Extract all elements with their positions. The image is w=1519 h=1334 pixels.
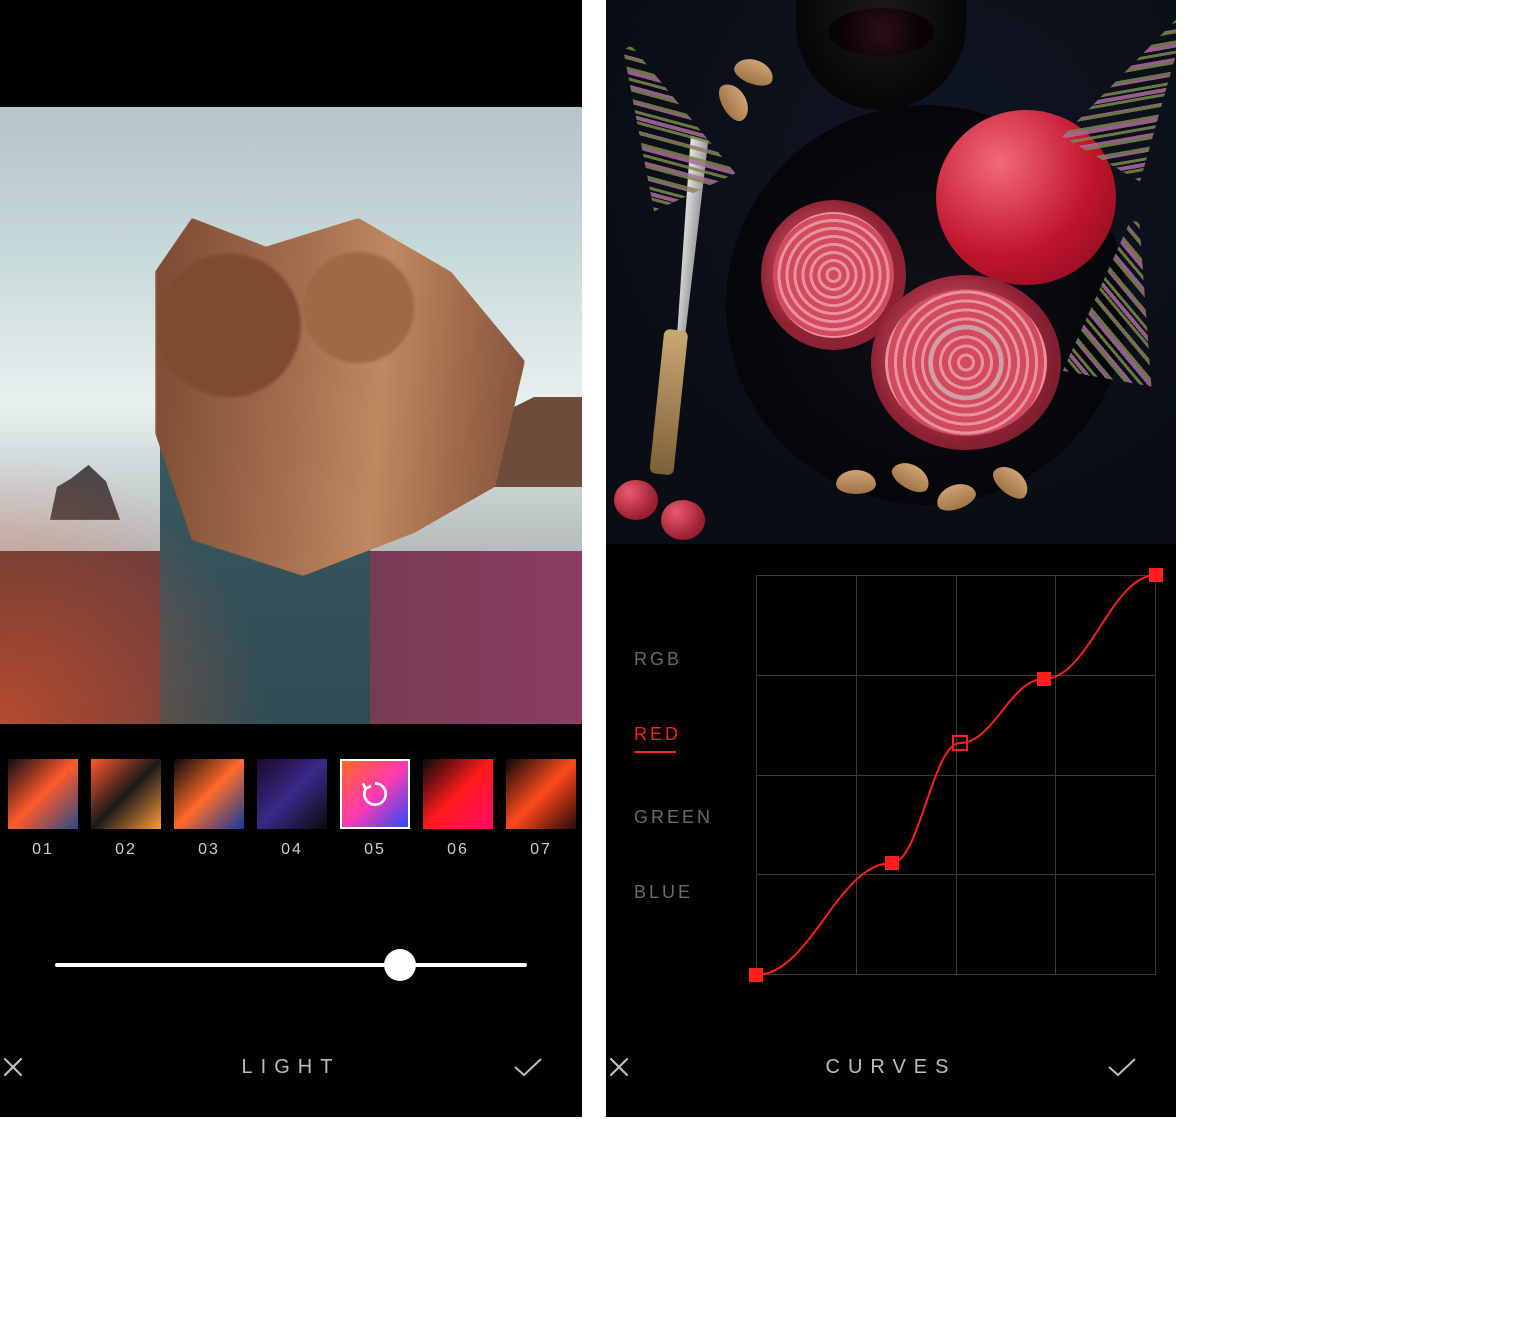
filter-thumb-03[interactable]: 03	[174, 759, 244, 859]
filter-label: 04	[257, 841, 327, 859]
intensity-slider[interactable]	[55, 945, 527, 985]
tool-title: CURVES	[826, 1056, 957, 1079]
channel-green[interactable]: GREEN	[634, 807, 713, 828]
preview-pomegranate-half	[871, 275, 1061, 450]
filter-thumb-04[interactable]: 04	[257, 759, 327, 859]
channel-blue[interactable]: BLUE	[634, 882, 713, 903]
filter-label: 05	[340, 841, 410, 859]
preview-lightleak	[0, 385, 349, 724]
cancel-button[interactable]	[606, 1054, 676, 1080]
tool-title: LIGHT	[242, 1056, 341, 1079]
filter-thumb-02[interactable]: 02	[91, 759, 161, 859]
preview-flower	[606, 28, 736, 211]
channel-rgb[interactable]: RGB	[634, 649, 713, 670]
filter-thumb-06[interactable]: 06	[423, 759, 493, 859]
preview-almond	[714, 79, 755, 126]
photo-preview	[0, 107, 582, 724]
filter-swatch	[340, 759, 410, 829]
filter-strip[interactable]: 01 02 03 04 05 06 07	[0, 759, 582, 879]
cancel-button[interactable]	[0, 1054, 70, 1080]
filter-thumb-05[interactable]: 05	[340, 759, 410, 859]
curve-line	[756, 575, 1156, 975]
confirm-button[interactable]	[1106, 1054, 1176, 1080]
bottom-bar: LIGHT	[0, 1037, 582, 1097]
bottom-bar: CURVES	[606, 1037, 1176, 1097]
close-icon	[0, 1054, 26, 1080]
preview-berry	[661, 500, 705, 540]
channel-red[interactable]: RED	[634, 724, 713, 753]
close-icon	[606, 1054, 632, 1080]
filter-label: 06	[423, 841, 493, 859]
curve-point[interactable]	[1037, 672, 1051, 686]
preview-berry	[614, 480, 658, 520]
filter-thumb-07[interactable]: 07	[506, 759, 576, 859]
filter-swatch	[91, 759, 161, 829]
filter-swatch	[8, 759, 78, 829]
preview-almond	[836, 470, 876, 494]
curve-point[interactable]	[952, 735, 968, 751]
curves-panel: RGB RED GREEN BLUE	[606, 555, 1176, 1055]
curve-point[interactable]	[749, 968, 763, 982]
slider-track	[55, 963, 527, 967]
filter-label: 03	[174, 841, 244, 859]
check-icon	[1106, 1054, 1138, 1080]
filter-thumb-01[interactable]: 01	[8, 759, 78, 859]
filter-label: 01	[8, 841, 78, 859]
preview-bowl	[796, 0, 966, 110]
check-icon	[512, 1054, 544, 1080]
filter-swatch	[257, 759, 327, 829]
reset-icon	[340, 759, 410, 829]
filter-swatch	[506, 759, 576, 829]
preview-almond	[731, 54, 777, 90]
filter-swatch	[174, 759, 244, 829]
editor-screen-light: 01 02 03 04 05 06 07 LIGHT	[0, 0, 582, 1117]
filter-label: 07	[506, 841, 576, 859]
curve-point[interactable]	[885, 856, 899, 870]
editor-screen-curves: RGB RED GREEN BLUE CURVES	[606, 0, 1176, 1117]
filter-swatch	[423, 759, 493, 829]
confirm-button[interactable]	[512, 1054, 582, 1080]
curve-point[interactable]	[1149, 568, 1163, 582]
curves-grid[interactable]	[756, 575, 1156, 975]
filter-label: 02	[91, 841, 161, 859]
slider-thumb[interactable]	[384, 949, 416, 981]
channel-list: RGB RED GREEN BLUE	[634, 595, 713, 957]
photo-preview	[606, 0, 1176, 544]
